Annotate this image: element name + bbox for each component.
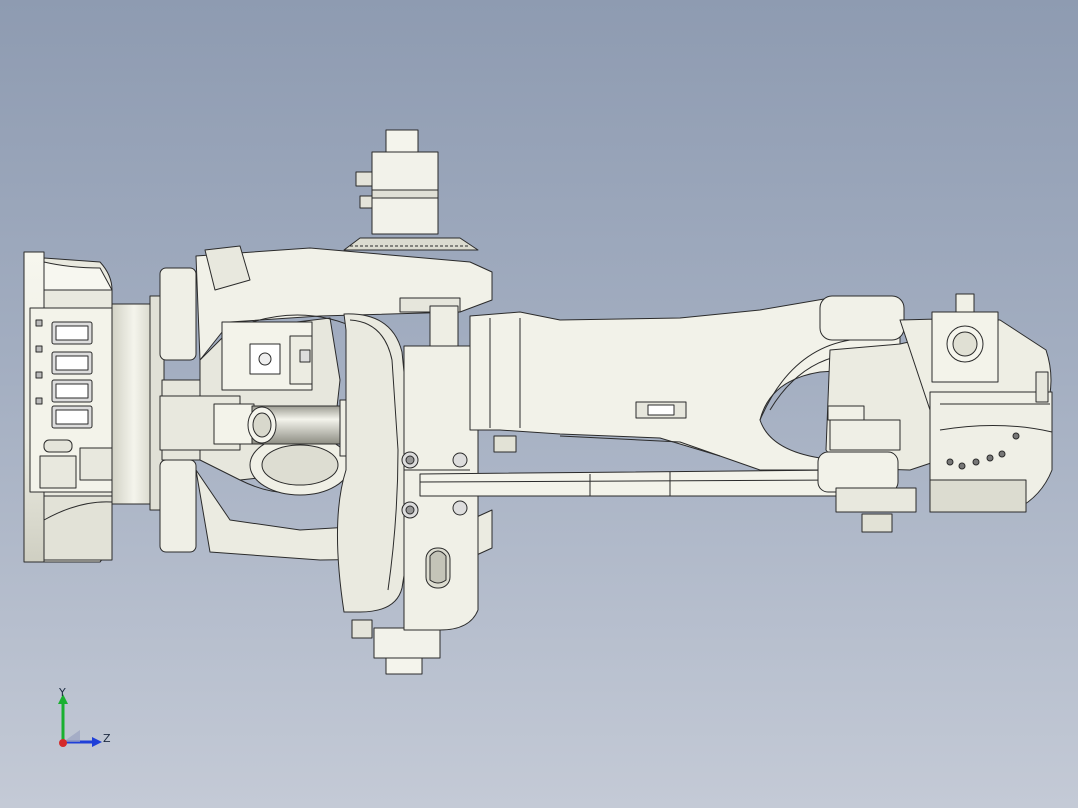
cad-viewport[interactable]: Y Z — [0, 0, 1078, 808]
y-axis-label: Y — [59, 686, 66, 699]
link-rod — [419, 469, 861, 497]
elbow-casting — [336, 297, 479, 631]
orientation-triad: Y Z — [50, 686, 120, 756]
robot-arm-model[interactable] — [0, 0, 1078, 808]
z-axis-label: Z — [103, 732, 111, 745]
side-motor — [221, 321, 313, 391]
axis-motor-upper — [343, 129, 479, 251]
